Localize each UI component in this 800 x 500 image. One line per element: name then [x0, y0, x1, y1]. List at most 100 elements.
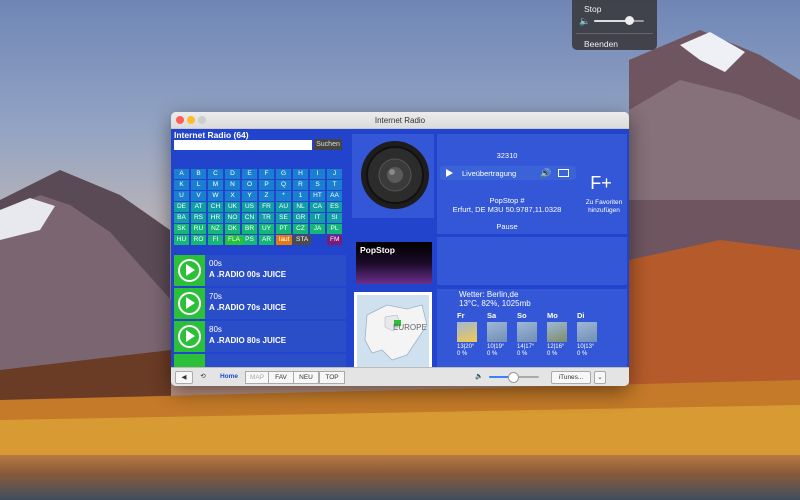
back-button[interactable]: ◀ [175, 371, 193, 384]
filter-key[interactable]: RU [191, 224, 206, 234]
filter-key[interactable]: CZ [293, 224, 308, 234]
filter-key[interactable]: RS [191, 213, 206, 223]
filter-fm-button[interactable]: FM [327, 235, 343, 245]
filter-key[interactable]: H [293, 169, 308, 179]
filter-key[interactable]: PT [276, 224, 291, 234]
add-favorite-icon[interactable]: F+ [581, 173, 621, 194]
top-tab[interactable]: TOP [319, 371, 345, 384]
filter-key[interactable]: C [208, 169, 223, 179]
itunes-button[interactable]: iTunes... [551, 371, 591, 384]
filter-key[interactable]: S [310, 180, 325, 190]
add-favorite-label[interactable]: Zu Favoriten hinzufügen [581, 199, 627, 215]
filter-key[interactable]: D [225, 169, 240, 179]
play-icon[interactable] [174, 288, 205, 319]
menu-item-stop[interactable]: Stop [584, 4, 602, 14]
volume-slider[interactable] [489, 372, 539, 383]
filter-key[interactable]: A [174, 169, 189, 179]
filter-key[interactable]: M [208, 180, 223, 190]
filter-key[interactable]: NZ [208, 224, 223, 234]
filter-key[interactable]: I [310, 169, 325, 179]
filter-key[interactable]: F [259, 169, 274, 179]
airplay-icon[interactable] [558, 169, 569, 177]
filter-key[interactable]: HU [174, 235, 189, 245]
filter-key[interactable]: R [293, 180, 308, 190]
home-button[interactable]: Home [217, 371, 241, 382]
filter-key[interactable]: CH [208, 202, 223, 212]
filter-key[interactable]: PL [327, 224, 342, 234]
filter-key[interactable]: L [191, 180, 206, 190]
menu-volume-slider[interactable] [594, 16, 644, 25]
map-tab[interactable]: MAP [245, 371, 269, 384]
map-thumbnail[interactable]: EUROPE [354, 292, 432, 374]
filter-key[interactable]: AU [276, 202, 291, 212]
filter-key[interactable]: SI [327, 213, 342, 223]
filter-key[interactable]: BR [242, 224, 257, 234]
neu-tab[interactable]: NEU [293, 371, 319, 384]
menu-item-quit[interactable]: Beenden [584, 39, 618, 49]
filter-key[interactable]: BA [174, 213, 189, 223]
filter-key[interactable]: G [276, 169, 291, 179]
filter-key[interactable]: V [191, 191, 206, 201]
filter-key[interactable]: * [276, 191, 291, 201]
filter-key[interactable]: P [259, 180, 274, 190]
play-icon[interactable] [174, 255, 205, 286]
filter-key[interactable]: IT [310, 213, 325, 223]
filter-key[interactable]: B [191, 169, 206, 179]
filter-key[interactable]: FR [259, 202, 274, 212]
filter-key[interactable]: U [174, 191, 189, 201]
fav-tab[interactable]: FAV [268, 371, 294, 384]
filter-key[interactable]: K [174, 180, 189, 190]
filter-sta-button[interactable]: STA [293, 235, 312, 245]
station-row[interactable]: 70s A .RADIO 70s JUICE [174, 288, 346, 319]
history-icon[interactable]: ⟲ [195, 371, 211, 382]
filter-fla-button[interactable]: FLA [225, 235, 243, 245]
filter-key[interactable]: Q [276, 180, 291, 190]
filter-key[interactable]: E [242, 169, 257, 179]
filter-key[interactable]: TR [259, 213, 274, 223]
window-title: Internet Radio [374, 116, 426, 125]
filter-key[interactable]: Z [259, 191, 274, 201]
filter-key[interactable]: UY [259, 224, 274, 234]
filter-key[interactable]: HR [208, 213, 223, 223]
filter-key[interactable]: AA [327, 191, 342, 201]
filter-key[interactable]: PS [242, 235, 257, 245]
play-icon[interactable] [446, 169, 453, 177]
filter-key[interactable]: N [225, 180, 240, 190]
filter-key[interactable]: CN [242, 213, 257, 223]
filter-key[interactable]: AT [191, 202, 206, 212]
filter-key[interactable]: FI [208, 235, 223, 245]
search-input[interactable] [174, 140, 312, 150]
filter-key[interactable]: US [242, 202, 257, 212]
filter-key[interactable]: ES [327, 202, 342, 212]
filter-key[interactable]: SE [276, 213, 291, 223]
filter-key[interactable]: W [208, 191, 223, 201]
filter-key[interactable]: CA [310, 202, 325, 212]
filter-key[interactable]: JA [310, 224, 325, 234]
filter-key[interactable]: GR [293, 213, 308, 223]
filter-key[interactable]: RO [191, 235, 206, 245]
filter-key[interactable]: NL [293, 202, 308, 212]
station-row[interactable]: 00s A .RADIO 00s JUICE [174, 255, 346, 286]
filter-key[interactable]: O [242, 180, 257, 190]
filter-laut-button[interactable]: laut [276, 235, 293, 245]
filter-key[interactable]: UK [225, 202, 240, 212]
station-row[interactable]: 80s A .RADIO 80s JUICE [174, 321, 346, 352]
volume-icon[interactable]: 🔊 [540, 168, 551, 179]
filter-key[interactable]: X [225, 191, 240, 201]
search-button[interactable]: Suchen [314, 139, 342, 150]
filter-key[interactable]: T [327, 180, 342, 190]
station-row[interactable] [174, 354, 346, 367]
filter-key[interactable]: Y [242, 191, 257, 201]
filter-key[interactable]: J [327, 169, 342, 179]
play-icon[interactable] [174, 321, 205, 352]
filter-key[interactable]: DK [225, 224, 240, 234]
filter-key[interactable]: DE [174, 202, 189, 212]
play-icon[interactable] [174, 354, 205, 367]
filter-key[interactable]: SK [174, 224, 189, 234]
chevron-down-icon[interactable]: ⌄ [594, 371, 606, 384]
filter-key[interactable]: 1 [293, 191, 308, 201]
filter-key[interactable]: HT [310, 191, 325, 201]
filter-key[interactable]: NO [225, 213, 240, 223]
filter-key[interactable]: AR [259, 235, 274, 245]
window-titlebar[interactable]: Internet Radio [171, 112, 629, 129]
